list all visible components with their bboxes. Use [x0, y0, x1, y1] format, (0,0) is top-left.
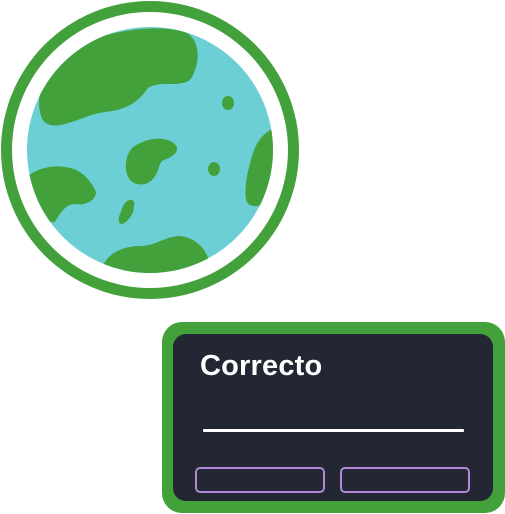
dialog-panel: Correcto	[173, 334, 493, 501]
island-mid	[208, 162, 220, 176]
earth-globe-icon	[1, 1, 299, 299]
left-button[interactable]	[195, 467, 325, 493]
island-ne	[222, 96, 234, 110]
title-divider	[203, 429, 464, 432]
right-button[interactable]	[340, 467, 470, 493]
result-dialog: Correcto	[162, 322, 505, 513]
dialog-title: Correcto	[200, 350, 323, 382]
